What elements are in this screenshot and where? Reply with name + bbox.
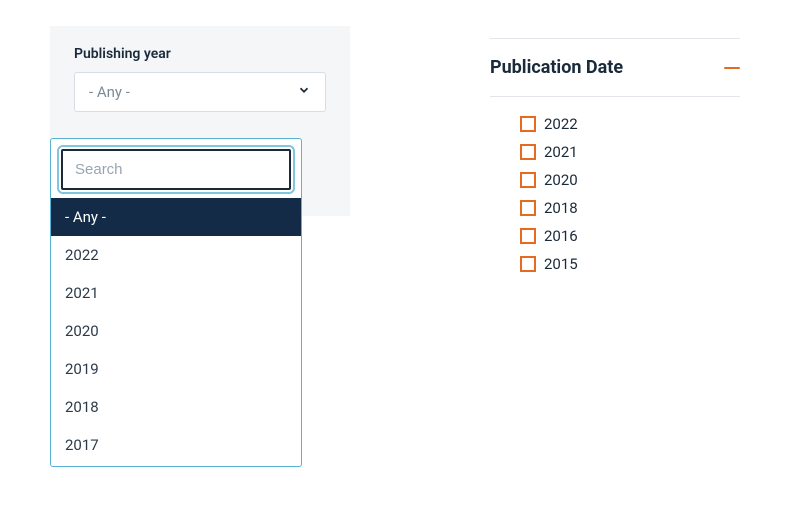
publishing-year-dropdown: - Any - 2022 2021 2020 2019 2018 2017	[50, 138, 302, 467]
chevron-down-icon	[297, 83, 311, 101]
checkbox-row[interactable]: 2020	[520, 171, 740, 189]
dropdown-option[interactable]: 2019	[51, 350, 301, 388]
checkbox-icon	[520, 116, 536, 132]
checkbox-row[interactable]: 2018	[520, 199, 740, 217]
dropdown-search-input[interactable]	[63, 151, 289, 188]
dropdown-option[interactable]: 2020	[51, 312, 301, 350]
checkbox-label: 2022	[544, 115, 578, 133]
checkbox-row[interactable]: 2015	[520, 255, 740, 273]
checkbox-label: 2018	[544, 199, 578, 217]
minus-icon	[724, 67, 740, 69]
checkbox-icon	[520, 228, 536, 244]
checkbox-icon	[520, 200, 536, 216]
publishing-year-selected-value: - Any -	[89, 83, 130, 101]
checkbox-row[interactable]: 2022	[520, 115, 740, 133]
checkbox-label: 2020	[544, 171, 578, 189]
dropdown-option[interactable]: 2018	[51, 388, 301, 426]
checkbox-row[interactable]: 2016	[520, 227, 740, 245]
checkbox-icon	[520, 172, 536, 188]
checkbox-icon	[520, 144, 536, 160]
checkbox-icon	[520, 256, 536, 272]
checkbox-label: 2021	[544, 143, 578, 161]
dropdown-search-wrapper	[61, 149, 291, 190]
publication-date-header[interactable]: Publication Date	[490, 38, 740, 97]
checkbox-label: 2016	[544, 227, 578, 245]
publication-date-title: Publication Date	[490, 57, 623, 78]
publishing-year-select[interactable]: - Any -	[74, 72, 326, 112]
publishing-year-label: Publishing year	[74, 46, 326, 62]
dropdown-option[interactable]: 2017	[51, 426, 301, 466]
dropdown-option-any[interactable]: - Any -	[51, 198, 301, 236]
checkbox-row[interactable]: 2021	[520, 143, 740, 161]
dropdown-option[interactable]: 2021	[51, 274, 301, 312]
dropdown-option[interactable]: 2022	[51, 236, 301, 274]
publication-date-options: 2022 2021 2020 2018 2016 2015	[490, 97, 740, 273]
publication-date-facet: Publication Date 2022 2021 2020 2018 201…	[490, 38, 740, 283]
checkbox-label: 2015	[544, 255, 578, 273]
